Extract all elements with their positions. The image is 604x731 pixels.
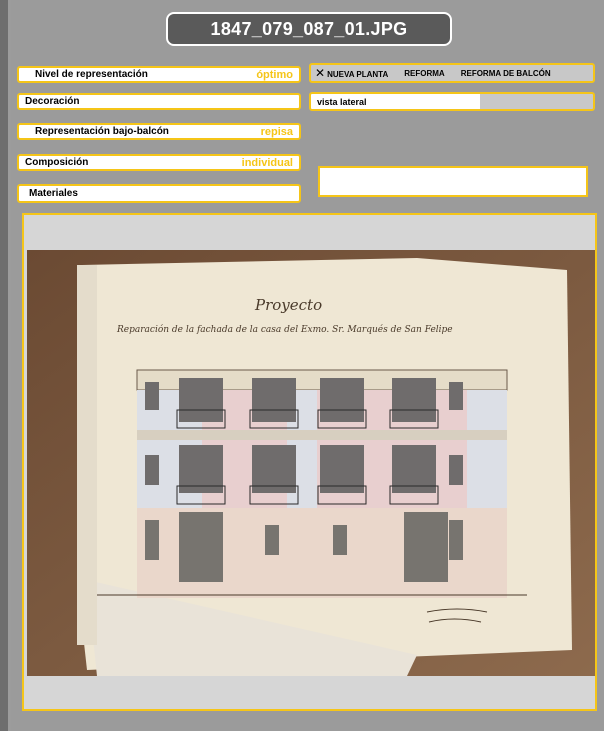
facade-drawing-svg: Proyecto Reparación de la fachada de la … [27,250,595,676]
field-materiales[interactable]: Materiales [17,184,301,203]
field-composicion[interactable]: Composición individual [17,154,301,171]
field-label: Materiales [29,188,78,199]
tag-reforma[interactable]: REFORMA [404,69,444,78]
field-value: repisa [260,125,293,138]
field-label: Composición [25,157,89,168]
field-nivel-representacion[interactable]: Nivel de representación óptimo [17,66,301,83]
drawing-subheading: Reparación de la fachada de la casa del … [116,324,453,335]
tag-reforma-de-balcon[interactable]: REFORMA DE BALCÓN [461,69,551,78]
left-edge-bar [0,0,8,731]
vista-label: vista lateral [317,96,367,107]
check-mark-icon: ✕ [315,66,326,80]
field-label: Nivel de representación [35,69,148,80]
tag-nueva-planta[interactable]: ✕ NUEVA PLANTA [315,66,388,80]
drawing-heading: Proyecto [254,296,322,314]
facade-drawing-photo: Proyecto Reparación de la fachada de la … [27,250,595,676]
type-tags: ✕ NUEVA PLANTA REFORMA REFORMA DE BALCÓN [309,63,595,83]
field-label: Decoración [25,96,80,107]
field-decoracion[interactable]: Decoración [17,93,301,110]
field-representacion-bajo-balcon[interactable]: Representación bajo-balcón repisa [17,123,301,140]
field-value: óptimo [256,68,293,81]
field-label: Representación bajo-balcón [35,126,169,137]
field-value: individual [241,156,293,169]
empty-input-box[interactable] [318,166,588,197]
vista-field[interactable]: vista lateral [309,92,595,111]
file-title: 1847_079_087_01.JPG [166,12,452,46]
